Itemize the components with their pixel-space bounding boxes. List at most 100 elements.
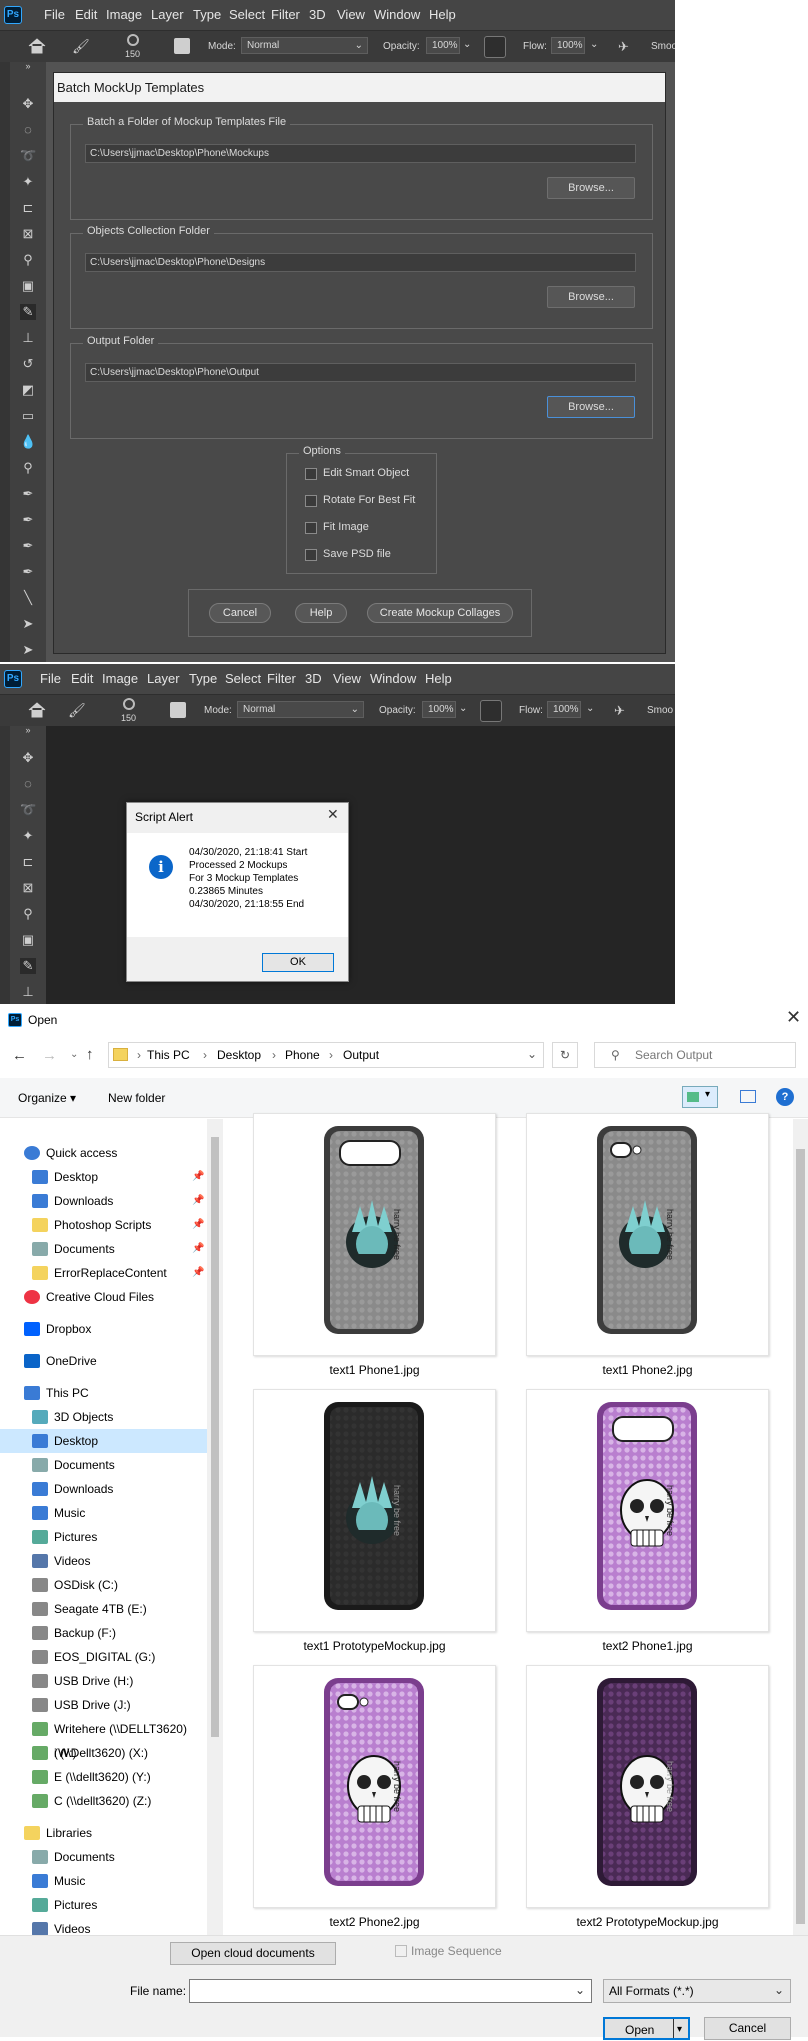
nav-item[interactable]: Music	[0, 1501, 207, 1525]
up-arrow-icon[interactable]: ↑	[86, 1046, 94, 1063]
mode-select[interactable]: Normal ⌄	[241, 37, 368, 54]
brush-preview-icon[interactable]	[127, 34, 139, 46]
refresh-icon[interactable]: ↻	[552, 1042, 578, 1068]
objects-path-field[interactable]: C:\Users\jjmac\Desktop\Phone\Designs	[85, 253, 636, 272]
direct-select-icon[interactable]: ➤	[20, 642, 36, 658]
expand-icon[interactable]: »	[20, 58, 36, 74]
nav-item[interactable]: Seagate 4TB (E:)	[0, 1597, 207, 1621]
address-bar[interactable]: › This PC › Desktop › Phone › Output ⌄	[108, 1042, 544, 1068]
pin-icon[interactable]: 📌	[192, 1213, 204, 1237]
files-scrollbar[interactable]	[793, 1119, 808, 1935]
nav-item[interactable]: Downloads	[0, 1477, 207, 1501]
airbrush-icon[interactable]: ✈	[618, 39, 629, 55]
move-tool-icon[interactable]: ✥	[20, 96, 36, 112]
pen-tool-2-icon[interactable]: ✒	[20, 512, 36, 528]
menu-filter[interactable]: Filter	[267, 671, 296, 686]
pressure-opacity-icon[interactable]	[484, 36, 506, 58]
nav-item[interactable]: Documents	[0, 1453, 207, 1477]
dodge-tool-icon[interactable]: ⚲	[20, 460, 36, 476]
brush-tool-icon[interactable]: 🖌	[72, 38, 90, 55]
file-name-caption[interactable]: text1 Phone1.jpg	[253, 1363, 496, 1377]
menu-type[interactable]: Type	[189, 671, 217, 686]
healing-brush-icon[interactable]: ▣	[20, 932, 36, 948]
lasso-tool-icon[interactable]: ➰	[20, 148, 36, 164]
forward-arrow-icon[interactable]: →	[42, 1047, 57, 1064]
nav-item[interactable]: Videos	[0, 1917, 207, 1935]
file-thumbnail[interactable]: harry be free	[526, 1389, 769, 1632]
file-name-caption[interactable]: text2 PrototypeMockup.jpg	[526, 1915, 769, 1929]
chevron-down-icon[interactable]: ⌄	[575, 1983, 585, 1997]
pin-icon[interactable]: 📌	[192, 1237, 204, 1261]
edit-smart-object-checkbox[interactable]	[305, 468, 317, 480]
brush-tool-icon[interactable]: 🖌	[68, 702, 86, 719]
nav-item[interactable]: Photoshop Scripts 📌	[0, 1213, 207, 1237]
menu-select[interactable]: Select	[229, 7, 265, 22]
opacity-input[interactable]: 100%	[426, 37, 460, 54]
menu-image[interactable]: Image	[102, 671, 138, 686]
menu-file[interactable]: File	[44, 7, 65, 22]
browse-objects-button[interactable]: Browse...	[547, 286, 635, 308]
help-button[interactable]: Help	[295, 603, 347, 623]
menu-file[interactable]: File	[40, 671, 61, 686]
view-options-button[interactable]: ▾	[682, 1086, 718, 1108]
fit-image-checkbox[interactable]	[305, 522, 317, 534]
menu-image[interactable]: Image	[106, 7, 142, 22]
nav-scrollbar[interactable]	[207, 1119, 223, 1935]
brush-tool-active-icon[interactable]: ✎	[20, 958, 36, 974]
menu-3d[interactable]: 3D	[309, 7, 326, 22]
flow-input[interactable]: 100%	[551, 37, 585, 54]
nav-item[interactable]: Backup (F:)	[0, 1621, 207, 1645]
chevron-down-icon[interactable]: ⌄	[459, 703, 467, 714]
lasso-tool-icon[interactable]: ➰	[20, 802, 36, 818]
file-name-caption[interactable]: text1 PrototypeMockup.jpg	[253, 1639, 496, 1653]
home-icon[interactable]	[28, 38, 46, 54]
nav-item[interactable]: Music	[0, 1869, 207, 1893]
pen-tool-4-icon[interactable]: ✒	[20, 564, 36, 580]
image-sequence-checkbox[interactable]	[395, 1945, 407, 1957]
nav-item[interactable]: Videos	[0, 1549, 207, 1573]
browse-output-button[interactable]: Browse...	[547, 396, 635, 418]
brush-tool-active-icon[interactable]: ✎	[20, 304, 36, 320]
breadcrumb-phone[interactable]: Phone	[285, 1048, 320, 1062]
menu-help[interactable]: Help	[429, 7, 456, 22]
mode-select[interactable]: Normal ⌄	[237, 701, 364, 718]
eraser-icon[interactable]: ◩	[20, 382, 36, 398]
stamp-tool-icon[interactable]: ⊥	[20, 984, 36, 1000]
nav-item[interactable]: Quick access	[0, 1141, 207, 1165]
opacity-input[interactable]: 100%	[422, 701, 456, 718]
nav-item[interactable]: ErrorReplaceContent 📌	[0, 1261, 207, 1285]
menu-help[interactable]: Help	[425, 671, 452, 686]
breadcrumb-this-pc[interactable]: This PC	[147, 1048, 190, 1062]
history-brush-icon[interactable]: ↺	[20, 356, 36, 372]
file-name-input[interactable]: ⌄	[189, 1979, 592, 2003]
brush-panel-icon[interactable]	[170, 702, 186, 718]
eyedropper-icon[interactable]: ⚲	[20, 252, 36, 268]
healing-brush-icon[interactable]: ▣	[20, 278, 36, 294]
files-scrollbar-thumb[interactable]	[796, 1149, 805, 1924]
chevron-down-icon[interactable]: ⌄	[586, 703, 594, 714]
new-folder-button[interactable]: New folder	[108, 1091, 165, 1105]
brush-preview-icon[interactable]	[123, 698, 135, 710]
marquee-tool-icon[interactable]: ◌	[20, 776, 36, 792]
brush-panel-icon[interactable]	[174, 38, 190, 54]
back-arrow-icon[interactable]: ←	[12, 1047, 27, 1064]
crop-tool-icon[interactable]: ⊏	[20, 200, 36, 216]
cancel-button[interactable]: Cancel	[209, 603, 271, 623]
nav-item[interactable]: USB Drive (H:)	[0, 1669, 207, 1693]
help-icon[interactable]: ?	[776, 1088, 794, 1106]
nav-item[interactable]: Documents 📌	[0, 1237, 207, 1261]
file-name-caption[interactable]: text1 Phone2.jpg	[526, 1363, 769, 1377]
file-thumbnail[interactable]: harry be free	[526, 1113, 769, 1356]
nav-scrollbar-thumb[interactable]	[211, 1137, 219, 1737]
menu-edit[interactable]: Edit	[75, 7, 97, 22]
frame-tool-icon[interactable]: ⊠	[20, 226, 36, 242]
nav-item[interactable]: Desktop 📌	[0, 1165, 207, 1189]
recent-dropdown-icon[interactable]: ⌄	[70, 1049, 78, 1060]
marquee-tool-icon[interactable]: ◌	[20, 122, 36, 138]
nav-item[interactable]: Writehere (\\DELLT3620) (W:)	[0, 1717, 207, 1760]
nav-item[interactable]: USB Drive (J:)	[0, 1693, 207, 1717]
pin-icon[interactable]: 📌	[192, 1189, 204, 1213]
nav-item[interactable]: OSDisk (C:)	[0, 1573, 207, 1597]
gradient-icon[interactable]: ▭	[20, 408, 36, 424]
chevron-down-icon[interactable]: ⌄	[463, 39, 471, 50]
